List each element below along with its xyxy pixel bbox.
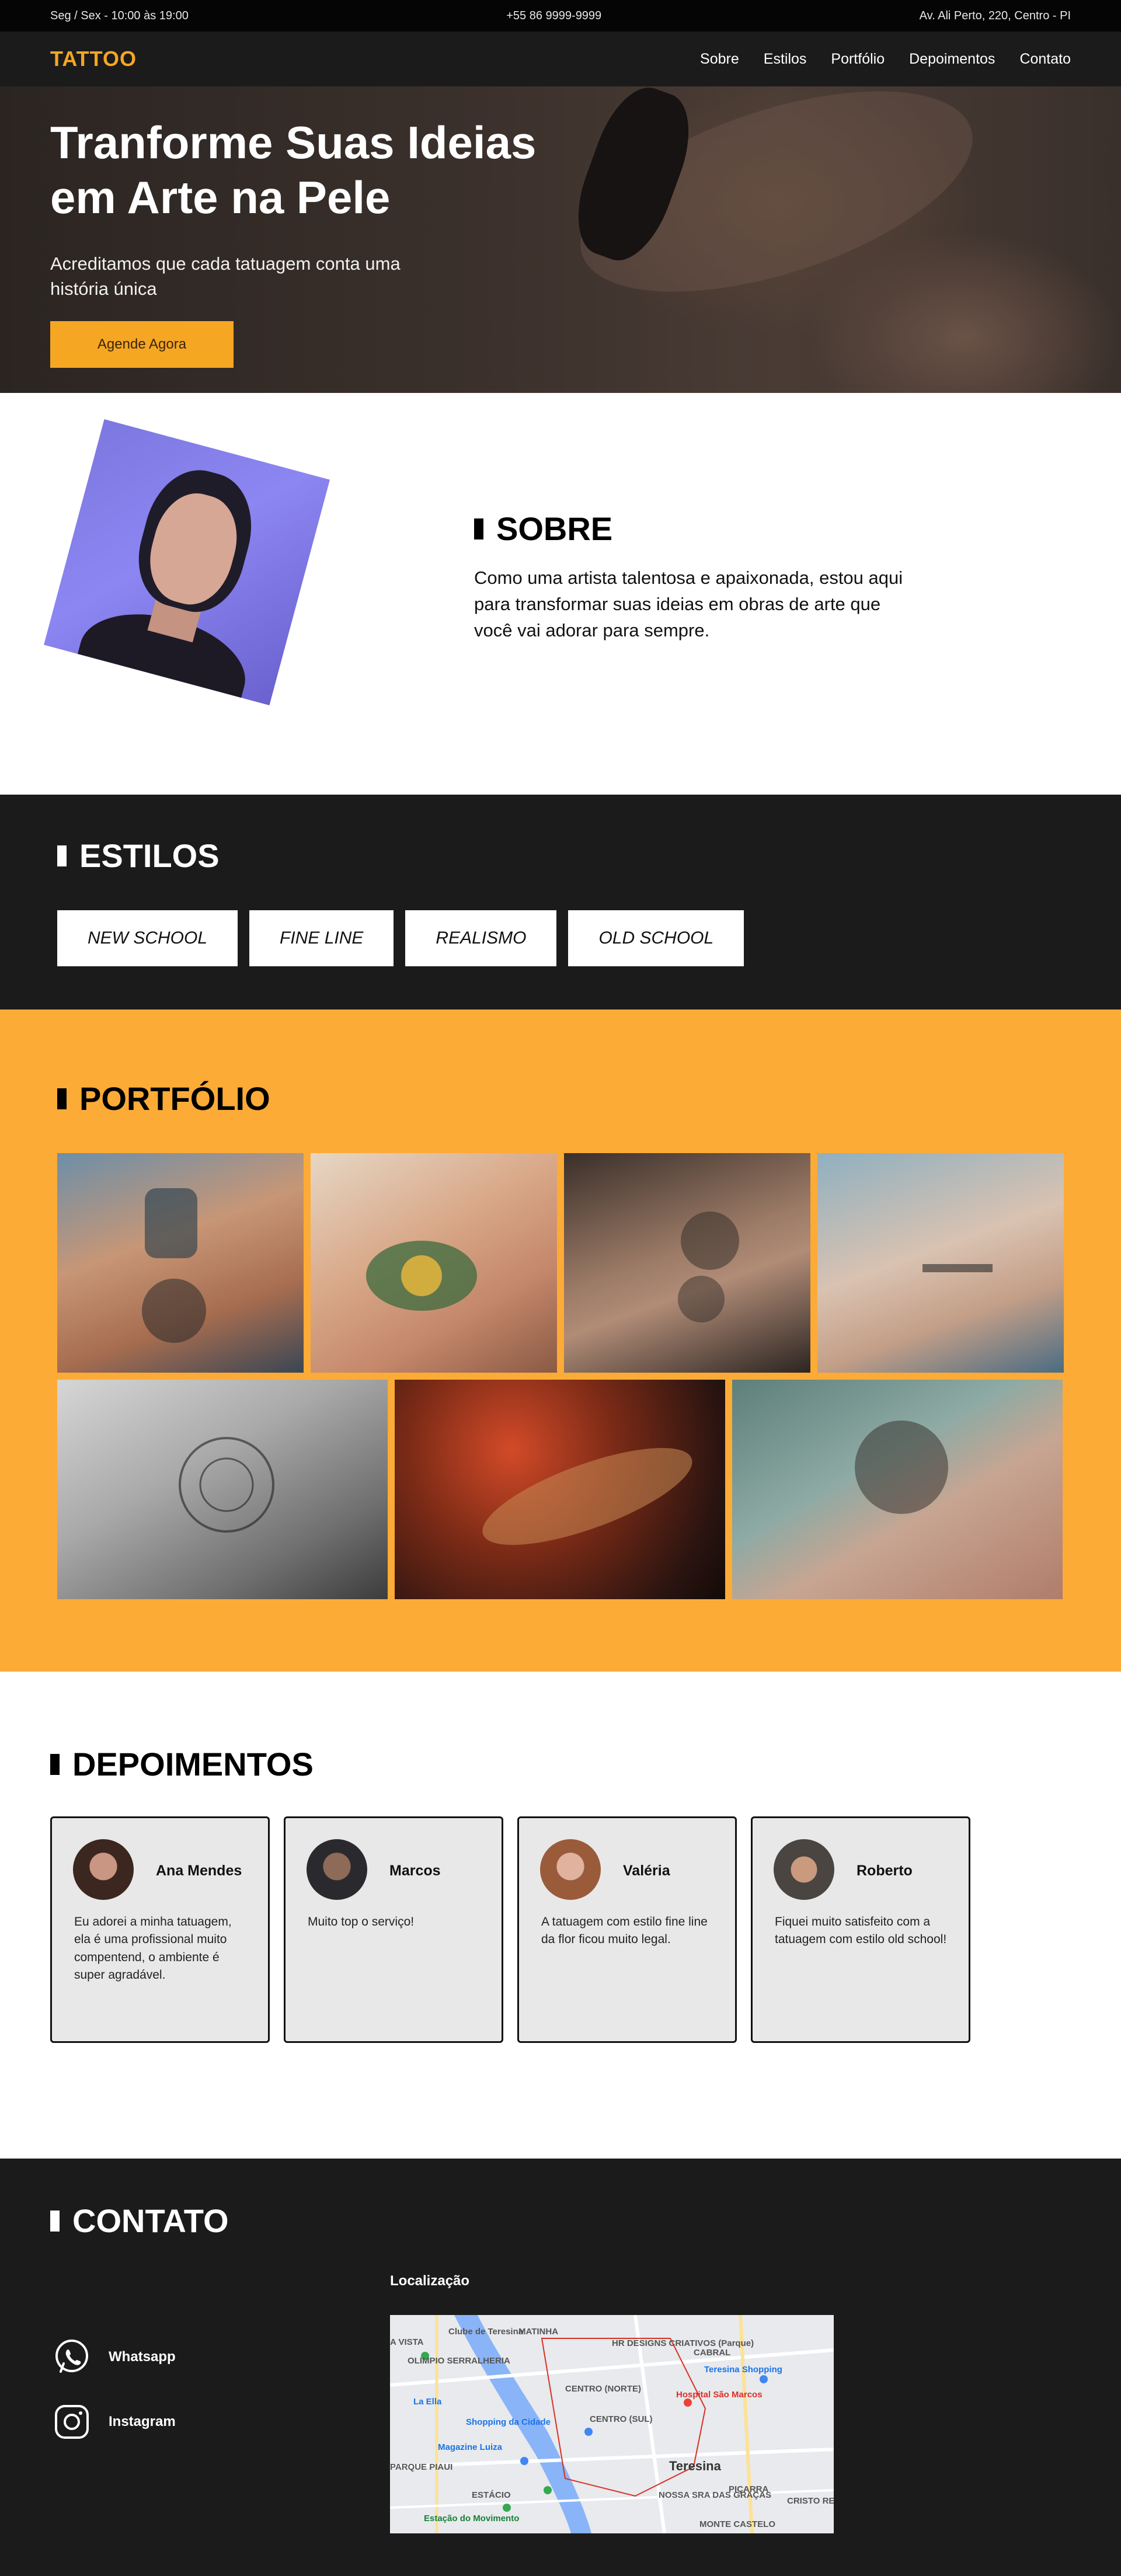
logo[interactable]: TATTOO [50,47,137,71]
avatar [307,1839,367,1900]
title-marker [474,518,483,539]
map-label: A VISTA [390,2337,424,2347]
map-label: Teresina Shopping [704,2365,782,2375]
map-label: Magazine Luiza [438,2442,503,2452]
map-label: OLIMPIO SERRALHERIA [408,2356,510,2366]
map-label: MONTE CASTELO [699,2519,775,2529]
nav-link-depoimentos[interactable]: Depoimentos [909,51,995,68]
map-label: CENTRO (NORTE) [565,2384,641,2394]
location-label: Localização [390,2273,470,2289]
testimonial-card: Valéria A tatuagem com estilo fine line … [517,1816,737,2043]
map-label: ESTÁCIO [472,2490,511,2500]
testimonial-text: Eu adorei a minha tatuagem, ela é uma pr… [74,1915,232,1982]
testimonial-name: Valéria [623,1863,670,1879]
main-navbar: TATTOO Sobre Estilos Portfólio Depoiment… [0,32,1121,86]
map-label: CENTRO (SUL) [590,2414,653,2424]
whatsapp-label: Whatsapp [109,2349,176,2365]
testimonial-text: Fiquei muito satisfeito com a tatuagem c… [775,1915,947,1947]
style-tag-realismo[interactable]: REALISMO [405,910,557,966]
map-label: PARQUE PIAUI [390,2462,453,2472]
map-label: MATINHA [518,2327,559,2337]
map-label: Clube de Teresina [448,2327,524,2337]
style-tag-old-school[interactable]: OLD SCHOOL [568,910,744,966]
about-section: SOBRE Como uma artista talentosa e apaix… [0,393,1121,795]
map-label: Estação do Movimento [424,2514,520,2523]
map-label: Hospital São Marcos [676,2390,763,2400]
style-tag-fine-line[interactable]: FINE LINE [249,910,394,966]
nav-link-sobre[interactable]: Sobre [700,51,739,68]
instagram-icon [51,2401,92,2442]
avatar [540,1839,601,1900]
portfolio-image[interactable] [395,1380,725,1599]
map-label: La Ella [413,2397,442,2407]
instagram-link[interactable]: Instagram [51,2401,176,2442]
map-label: Teresina [669,2459,721,2473]
location-map[interactable]: CENTRO (NORTE) CENTRO (SUL) Teresina Hos… [390,2315,834,2533]
style-tag-new-school[interactable]: NEW SCHOOL [57,910,238,966]
styles-section: ESTILOS NEW SCHOOL FINE LINE REALISMO OL… [0,795,1121,1009]
testimonial-text: Muito top o serviço! [308,1915,415,1928]
hero-subtitle: Acreditamos que cada tatuagem conta uma … [50,253,401,300]
avatar [774,1839,834,1900]
portfolio-image[interactable] [311,1153,557,1373]
top-info-bar: Seg / Sex - 10:00 às 19:00 +55 86 9999-9… [0,0,1121,32]
title-marker [50,1753,60,1775]
nav-link-contato[interactable]: Contato [1019,51,1071,68]
testimonial-name: Ana Mendes [156,1863,242,1879]
whatsapp-link[interactable]: Whatsapp [51,2337,176,2377]
portfolio-image[interactable] [564,1153,810,1373]
nav-link-portfolio[interactable]: Portfólio [831,51,885,68]
map-label: CRISTO REI [787,2496,834,2506]
testimonial-name: Roberto [857,1863,913,1879]
title-marker [57,845,67,866]
portfolio-image[interactable] [57,1380,388,1599]
business-hours: Seg / Sex - 10:00 às 19:00 [50,9,189,22]
contact-section: CONTATO Localização Whatsapp Instagram C… [0,2159,1121,2576]
testimonial-card: Marcos Muito top o serviço! [284,1816,503,2043]
portfolio-image[interactable] [732,1380,1063,1599]
map-label: Shopping da Cidade [466,2417,551,2427]
nav-links: Sobre Estilos Portfólio Depoimentos Cont… [700,51,1071,68]
testimonial-card: Roberto Fiquei muito satisfeito com a ta… [751,1816,970,2043]
whatsapp-icon [51,2337,92,2377]
phone-number: +55 86 9999-9999 [506,9,602,22]
portfolio-title: PORTFÓLIO [57,1080,270,1118]
portfolio-image[interactable] [817,1153,1064,1373]
hero-section: Tranforme Suas Ideias em Arte na Pele Ac… [0,86,1121,393]
hero-title: Tranforme Suas Ideias em Arte na Pele [50,117,537,223]
schedule-button[interactable]: Agende Agora [50,321,234,368]
map-label: HR DESIGNS CRIATIVOS (Parque) [612,2338,754,2348]
about-title: SOBRE [474,510,612,548]
map-label: CABRAL [694,2348,731,2358]
avatar [73,1839,134,1900]
artist-photo [44,419,330,705]
address: Av. Ali Perto, 220, Centro - PI [919,9,1071,22]
portfolio-section: PORTFÓLIO [0,1009,1121,1672]
map-label: PIÇARRA [729,2484,769,2494]
title-marker [57,1088,67,1109]
testimonial-card: Ana Mendes Eu adorei a minha tatuagem, e… [50,1816,270,2043]
testimonial-text: A tatuagem com estilo fine line da flor … [541,1915,708,1947]
nav-link-estilos[interactable]: Estilos [764,51,807,68]
style-tags: NEW SCHOOL FINE LINE REALISMO OLD SCHOOL [57,910,744,966]
portfolio-image[interactable] [57,1153,304,1373]
testimonial-name: Marcos [389,1863,441,1879]
testimonials-section: DEPOIMENTOS Ana Mendes Eu adorei a minha… [0,1672,1121,2159]
styles-title: ESTILOS [57,837,220,875]
about-text: Como uma artista talentosa e apaixonada,… [474,568,903,640]
title-marker [50,2210,60,2232]
contact-title: CONTATO [50,2202,229,2240]
instagram-label: Instagram [109,2414,176,2429]
testimonials-title: DEPOIMENTOS [50,1745,314,1783]
